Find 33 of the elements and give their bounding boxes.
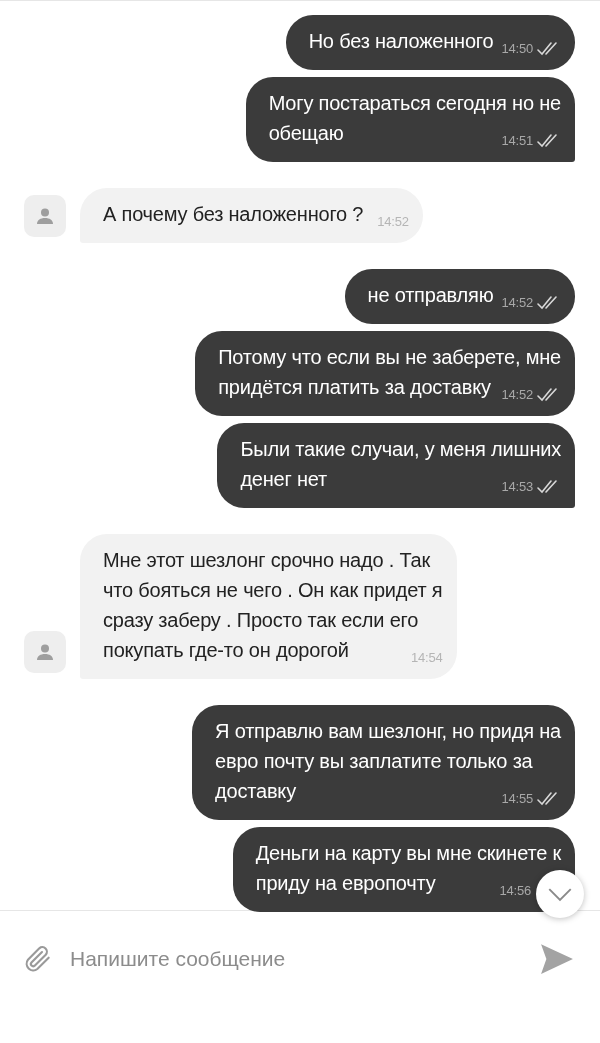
message-text: А почему без наложенного ? [103,202,364,227]
message-text: денег нет [240,467,328,492]
message-time: 14:52 [501,294,533,312]
person-icon [35,206,55,226]
message-text: приду на европочту [255,871,436,896]
message-text: Мне этот шезлонг срочно надо . Так [103,549,431,571]
message-input[interactable]: Напишите сообщение [70,941,540,977]
send-icon[interactable] [540,942,574,976]
scroll-down-button[interactable] [536,870,584,918]
message-text: придётся платить за доставку [218,375,491,400]
message-text: что бояться не чего . Он как придет я [103,579,443,601]
message-text: Были такие случаи, у меня лишних [240,438,561,460]
person-icon [35,642,55,662]
message-time: 14:52 [377,213,409,231]
message-text: Могу постараться сегодня но не [268,92,561,114]
message-time: 14:55 [501,790,533,808]
message-text: обещаю [268,121,344,146]
message-time: 14:52 [501,386,533,404]
message-text: Деньги на карту вы мне скинете к [255,842,561,864]
message-time: 14:54 [410,649,443,667]
message-text: доставку [215,779,296,804]
message-text: Но без наложенного [308,29,494,54]
message-time: 14:53 [501,478,533,496]
message-time: 14:56 [499,882,531,900]
message-text: Я отправлю вам шезлонг, но придя на [215,720,561,742]
message-text: не отправляю [367,283,494,308]
message-text: евро почту вы заплатите только за [215,750,533,772]
message-text: покупать где-то он дорогой [103,638,349,663]
message-text: Потому что если вы не заберете, мне [218,346,561,368]
chevron-down-icon [547,886,573,902]
message-time: 14:51 [501,132,533,150]
message-text: сразу заберу . Просто так если его [103,609,419,631]
message-time: 14:50 [501,40,533,58]
